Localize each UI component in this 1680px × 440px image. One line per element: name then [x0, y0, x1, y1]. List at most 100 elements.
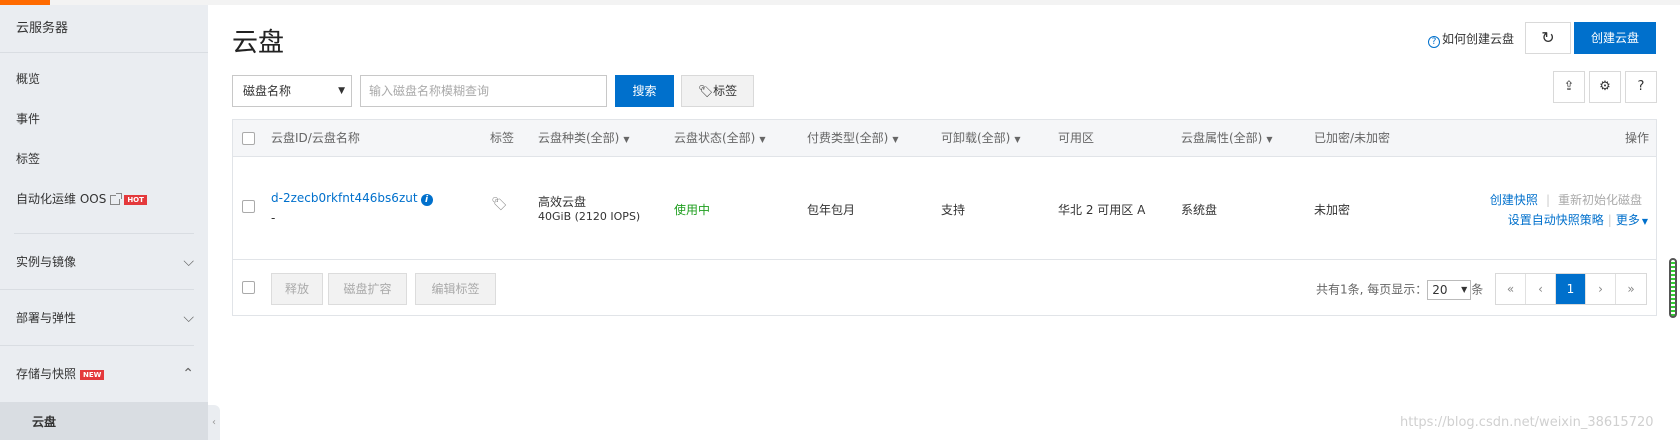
- sidebar-group-deployment[interactable]: 部署与弹性 ⌵: [0, 290, 194, 346]
- refresh-button[interactable]: ↻: [1525, 22, 1571, 54]
- create-disk-button[interactable]: 创建云盘: [1574, 22, 1656, 54]
- column-label: 可卸载(全部): [941, 131, 1011, 145]
- pagination-info: 共有1条, 每页显示： 20 ▼ 条: [1316, 280, 1483, 300]
- zone-value: 华北 2 可用区 A: [1058, 203, 1146, 217]
- chevron-up-icon: ⌃: [182, 366, 194, 382]
- search-input[interactable]: [360, 75, 607, 107]
- column-label: 云盘种类(全部): [538, 131, 620, 145]
- column-detachable[interactable]: 可卸载(全部) ▼: [941, 120, 1021, 157]
- scrollbar-thumb[interactable]: [1669, 258, 1677, 318]
- external-link-icon: [110, 192, 123, 205]
- top-bar: [0, 0, 1680, 5]
- last-page-button[interactable]: »: [1616, 274, 1646, 304]
- action-divider: |: [1545, 193, 1550, 207]
- export-button[interactable]: ⇪: [1553, 71, 1585, 103]
- tag-icon[interactable]: 🏷: [491, 197, 508, 212]
- row-actions-line2: 设置自动快照策略 | 更多 ▼: [1508, 211, 1648, 228]
- page-button-current[interactable]: 1: [1556, 274, 1586, 304]
- sidebar-item-events[interactable]: 事件: [0, 99, 208, 139]
- column-encryption: 已加密/未加密: [1314, 131, 1391, 145]
- action-divider: |: [1607, 213, 1612, 227]
- caret-down-icon: ▼: [1461, 285, 1468, 294]
- select-all-checkbox[interactable]: [242, 132, 255, 145]
- hot-badge: HOT: [124, 194, 147, 205]
- page-size-select[interactable]: 20 ▼: [1427, 280, 1472, 300]
- encryption-value: 未加密: [1314, 203, 1351, 217]
- status-badge: 使用中: [674, 203, 711, 217]
- column-status[interactable]: 云盘状态(全部) ▼: [674, 120, 766, 157]
- row-checkbox[interactable]: [242, 200, 255, 213]
- create-snapshot-link[interactable]: 创建快照: [1490, 193, 1538, 207]
- search-button[interactable]: 搜索: [615, 75, 674, 107]
- disk-size: 40GiB (2120 IOPS): [538, 210, 641, 223]
- new-badge: NEW: [80, 369, 105, 380]
- tag-filter-label: 标签: [713, 84, 738, 98]
- sidebar-group-instances[interactable]: 实例与镜像 ⌵: [0, 234, 194, 290]
- disk-name: -: [271, 211, 276, 225]
- sidebar-group-label: 存储与快照: [16, 367, 77, 381]
- settings-button[interactable]: ⚙: [1589, 71, 1621, 103]
- prev-page-button[interactable]: ‹: [1526, 274, 1556, 304]
- disk-id-link[interactable]: d-2zecb0rkfnt446bs6zut i: [271, 191, 433, 206]
- caret-down-icon: ▼: [1014, 135, 1021, 144]
- footer-select-all-checkbox[interactable]: [242, 281, 255, 294]
- sidebar-item-label: 标签: [16, 152, 41, 166]
- column-billing[interactable]: 付费类型(全部) ▼: [807, 120, 899, 157]
- sidebar-item-oos[interactable]: 自动化运维 OOS HOT: [0, 179, 208, 219]
- chevron-down-icon: ⌵: [183, 254, 194, 270]
- watermark: https://blog.csdn.net/weixin_38615720: [1400, 415, 1654, 430]
- gear-icon: ⚙: [1599, 79, 1611, 94]
- export-icon: ⇪: [1563, 79, 1575, 94]
- pagination: « ‹ 1 › »: [1495, 273, 1647, 305]
- disk-id: d-2zecb0rkfnt446bs6zut: [271, 191, 418, 205]
- disk-kind: 高效云盘: [538, 195, 587, 209]
- release-button[interactable]: 释放: [271, 273, 323, 305]
- page-title: 云盘: [232, 28, 285, 58]
- column-label: 云盘状态(全部): [674, 131, 756, 145]
- column-attribute[interactable]: 云盘属性(全部) ▼: [1181, 120, 1273, 157]
- sidebar-group-storage[interactable]: 存储与快照 NEW ⌃: [0, 346, 194, 402]
- table-header: 云盘ID/云盘名称 标签 云盘种类(全部) ▼ 云盘状态(全部) ▼ 付费类型(全部…: [233, 120, 1656, 157]
- sidebar-item-overview[interactable]: 概览: [0, 59, 208, 99]
- more-actions-link[interactable]: 更多 ▼: [1616, 213, 1648, 227]
- sidebar-group-label: 实例与镜像: [16, 255, 77, 269]
- tag-filter-button[interactable]: 🏷标签: [681, 75, 754, 107]
- sidebar-group-label: 部署与弹性: [16, 311, 77, 325]
- next-page-button[interactable]: ›: [1586, 274, 1616, 304]
- column-tag: 标签: [490, 131, 515, 145]
- caret-down-icon: ▼: [623, 135, 630, 144]
- first-page-button[interactable]: «: [1496, 274, 1526, 304]
- column-kind[interactable]: 云盘种类(全部) ▼: [538, 120, 630, 157]
- edit-tags-button[interactable]: 编辑标签: [415, 273, 496, 305]
- tag-icon: 🏷: [697, 84, 714, 98]
- sidebar-item-label: 概览: [16, 72, 41, 86]
- info-icon[interactable]: i: [420, 194, 433, 206]
- help-button[interactable]: ?: [1625, 71, 1657, 103]
- detachable-value: 支持: [941, 203, 966, 217]
- more-label: 更多: [1615, 213, 1640, 227]
- sidebar-collapse-handle[interactable]: ‹: [208, 405, 220, 440]
- page-size-unit: 条: [1471, 282, 1484, 297]
- chevron-left-icon: ‹: [212, 417, 216, 428]
- howto-link[interactable]: ? 如何创建云盘: [1428, 30, 1514, 48]
- sidebar: 云服务器 概览 事件 标签 自动化运维 OOS HOT 实例与镜像 ⌵ 部署与弹性 ⌵…: [0, 5, 208, 440]
- column-label: 付费类型(全部): [807, 131, 889, 145]
- row-actions-line1: 创建快照 | 重新初始化磁盘: [1490, 191, 1642, 208]
- sidebar-title[interactable]: 云服务器: [0, 5, 208, 53]
- sidebar-item-tags[interactable]: 标签: [0, 139, 208, 179]
- filter-field-select[interactable]: 磁盘名称 ▼: [232, 75, 352, 107]
- column-zone: 可用区: [1058, 131, 1095, 145]
- caret-down-icon: ▼: [759, 135, 766, 144]
- sidebar-item-disks[interactable]: 云盘: [0, 402, 208, 440]
- table-row: d-2zecb0rkfnt446bs6zut i - 🏷 高效云盘 40GiB (…: [233, 157, 1656, 260]
- howto-label: 如何创建云盘: [1442, 32, 1515, 46]
- filter-field-value: 磁盘名称: [243, 84, 292, 98]
- auto-snapshot-policy-link[interactable]: 设置自动快照策略: [1508, 213, 1604, 227]
- total-text: 共有1条, 每页显示：: [1316, 282, 1428, 297]
- expand-disk-button[interactable]: 磁盘扩容: [328, 273, 407, 305]
- help-circle-icon: ?: [1428, 36, 1440, 48]
- disk-table: 云盘ID/云盘名称 标签 云盘种类(全部) ▼ 云盘状态(全部) ▼ 付费类型(全部…: [232, 119, 1657, 316]
- column-actions: 操作: [1625, 131, 1650, 145]
- reinit-disk-link: 重新初始化磁盘: [1557, 193, 1642, 207]
- caret-down-icon: ▼: [892, 135, 899, 144]
